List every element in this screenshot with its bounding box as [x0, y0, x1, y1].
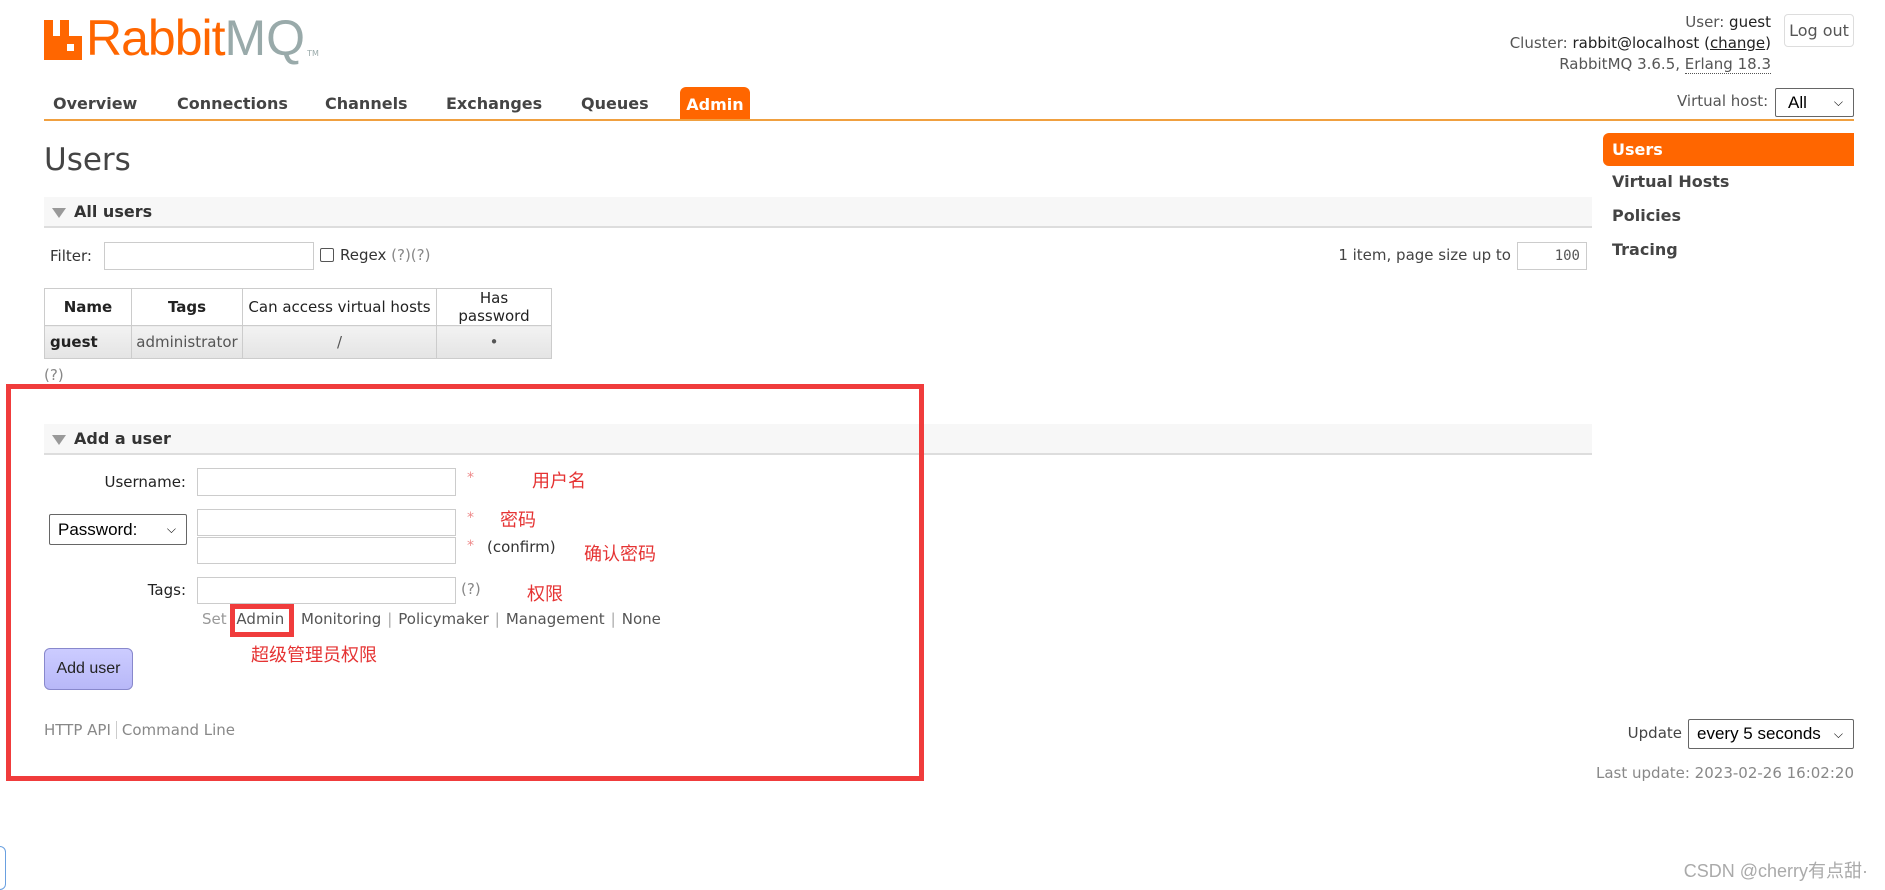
last-update: Last update: 2023-02-26 16:02:20 — [1596, 764, 1854, 782]
page-title: Users — [44, 142, 131, 178]
sidebar-item-policies[interactable]: Policies — [1603, 206, 1854, 225]
tab-admin[interactable]: Admin — [680, 87, 750, 120]
logo-text-mq: MQ — [224, 10, 306, 66]
sidebar-item-users[interactable]: Users — [1603, 133, 1854, 166]
nav-divider — [44, 119, 1854, 121]
version-info: RabbitMQ 3.6.5, Erlang 18.3 — [1559, 55, 1771, 74]
cluster-label: Cluster: — [1509, 34, 1568, 52]
rabbitmq-logo: Rabbit MQ TM — [44, 10, 319, 66]
regex-text: Regex — [340, 246, 387, 264]
user-name: guest — [1729, 13, 1771, 31]
annotation-username: 用户名 — [532, 471, 586, 492]
column-header-has-password: Has password — [436, 288, 552, 326]
pagination-text: 1 item, page size up to — [1338, 246, 1511, 264]
user-label: User: — [1685, 13, 1725, 31]
section-title: All users — [74, 202, 153, 221]
csdn-watermark: CSDN @cherry有点甜· — [1683, 861, 1868, 881]
all-users-section-header[interactable]: All users — [44, 197, 1592, 228]
chevron-down-icon: ⌵ — [1833, 726, 1843, 741]
table-row[interactable]: guest administrator / • — [44, 325, 552, 359]
tab-connections[interactable]: Connections — [177, 94, 288, 113]
column-header-vhosts: Can access virtual hosts — [242, 288, 437, 326]
update-label: Update — [1627, 724, 1682, 742]
tab-channels[interactable]: Channels — [325, 94, 408, 113]
update-interval-select[interactable]: every 5 seconds ⌵ — [1688, 719, 1854, 749]
user-name-link[interactable]: guest — [44, 325, 132, 359]
change-cluster-link[interactable]: change — [1710, 34, 1765, 52]
regex-checkbox[interactable] — [320, 248, 334, 262]
table-help-link[interactable]: (?) — [44, 366, 64, 384]
vhost-value: All — [1788, 92, 1807, 112]
logo-tm: TM — [307, 49, 319, 58]
filter-label: Filter: — [50, 247, 92, 265]
logout-button[interactable]: Log out — [1784, 14, 1854, 47]
update-interval-value: every 5 seconds — [1697, 724, 1821, 743]
vhost-select[interactable]: All ⌵ — [1775, 88, 1854, 117]
user-has-password: • — [436, 325, 552, 359]
regex-help-link[interactable]: (?)(?) — [391, 246, 430, 264]
annotation-tags: 权限 — [527, 584, 563, 605]
vhost-label: Virtual host: — [1677, 92, 1769, 110]
annotation-admin: 超级管理员权限 — [251, 645, 377, 666]
column-header-name[interactable]: Name — [44, 288, 132, 326]
footer-links: HTTP API Command Line — [44, 721, 235, 739]
page-size-input[interactable] — [1517, 242, 1587, 270]
tab-queues[interactable]: Queues — [581, 94, 649, 113]
chevron-down-icon: ⌵ — [1833, 95, 1843, 109]
user-vhosts: / — [242, 325, 437, 359]
rabbitmq-version: RabbitMQ 3.6.5, — [1559, 55, 1681, 73]
user-info: User: guest — [1685, 13, 1771, 31]
sidebar-item-tracing[interactable]: Tracing — [1603, 240, 1854, 259]
erlang-version: Erlang 18.3 — [1684, 55, 1771, 74]
side-tab-handle[interactable] — [0, 846, 6, 890]
annotation-password: 密码 — [500, 510, 536, 531]
rabbit-logo-icon — [44, 20, 82, 60]
http-api-link[interactable]: HTTP API — [44, 721, 111, 739]
tab-overview[interactable]: Overview — [53, 94, 137, 113]
annotation-confirm: 确认密码 — [584, 544, 656, 565]
command-line-link[interactable]: Command Line — [122, 721, 235, 739]
collapse-triangle-icon — [52, 208, 66, 218]
tab-exchanges[interactable]: Exchanges — [446, 94, 542, 113]
user-tags: administrator — [131, 325, 243, 359]
column-header-tags[interactable]: Tags — [131, 288, 243, 326]
annotation-admin-highlight — [230, 604, 294, 637]
sidebar-item-virtual-hosts[interactable]: Virtual Hosts — [1603, 172, 1854, 191]
logo-text: Rabbit — [86, 10, 226, 66]
cluster-name: rabbit@localhost — [1572, 34, 1700, 52]
regex-label: Regex (?)(?) — [340, 246, 430, 264]
cluster-info: Cluster: rabbit@localhost (change) — [1509, 34, 1771, 52]
filter-input[interactable] — [104, 242, 314, 270]
users-table: Name Tags Can access virtual hosts Has p… — [44, 288, 552, 359]
